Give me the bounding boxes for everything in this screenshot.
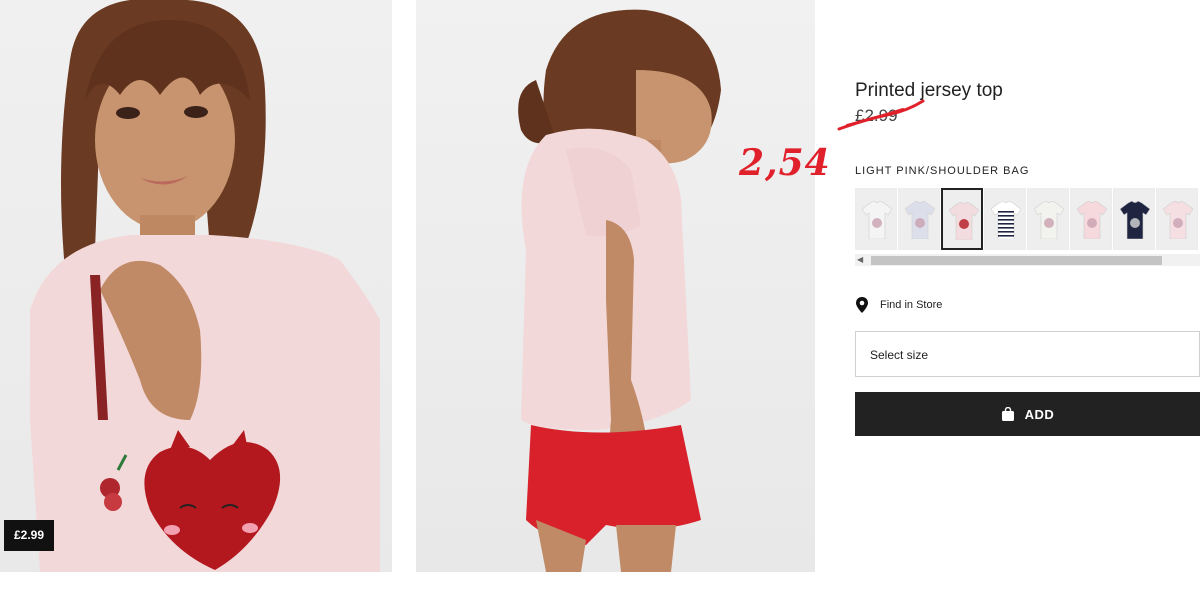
swatch-shirt-icon (1163, 201, 1193, 239)
photo-price-tag: £2.99 (4, 520, 55, 551)
swatch-shirt-icon (905, 201, 935, 239)
product-page: £2.99 Printed jersey top £2.99 2,54 LIGH… (0, 0, 1200, 589)
add-to-bag-button[interactable]: ADD (855, 392, 1200, 436)
swatch-shirt-icon (991, 201, 1021, 239)
color-swatch-dots[interactable] (1027, 188, 1069, 250)
product-info-panel: Printed jersey top £2.99 2,54 LIGHT PINK… (739, 0, 1200, 589)
color-swatch-stripes[interactable] (984, 188, 1026, 250)
selected-color-name: LIGHT PINK/SHOULDER BAG (855, 165, 1030, 177)
find-in-store-label: Find in Store (880, 299, 943, 311)
shopping-bag-icon (1001, 407, 1014, 421)
color-swatch-flowers[interactable] (1070, 188, 1112, 250)
product-photo-side[interactable] (416, 0, 815, 572)
product-photo-front[interactable]: £2.99 (0, 0, 392, 572)
swatch-shirt-icon (1120, 201, 1150, 239)
model-front-illustration (30, 0, 380, 572)
color-swatch-graphic[interactable] (1113, 188, 1155, 250)
size-select[interactable]: Select size (855, 331, 1200, 377)
color-swatch-list (855, 188, 1200, 254)
price-strike-annotation (837, 99, 925, 131)
swatch-shirt-icon (862, 201, 892, 239)
handwritten-price-annotation: 2,54 (739, 142, 831, 184)
color-swatch-unicorn[interactable] (855, 188, 897, 250)
find-in-store-link[interactable]: Find in Store (855, 297, 942, 313)
swatch-shirt-icon (1034, 201, 1064, 239)
color-swatch-cat[interactable] (898, 188, 940, 250)
swatch-shirt-icon (1077, 201, 1107, 239)
color-swatch-bunny[interactable] (1156, 188, 1198, 250)
size-select-label: Select size (870, 348, 929, 362)
color-swatch-shoulder-bag[interactable] (941, 188, 983, 250)
scrollbar-thumb[interactable] (871, 256, 1162, 265)
model-side-illustration (518, 9, 721, 572)
swatch-scrollbar[interactable]: ◀ (855, 254, 1200, 266)
add-button-label: ADD (1024, 406, 1055, 422)
scroll-left-icon[interactable]: ◀ (857, 256, 863, 264)
swatch-shirt-icon (949, 202, 979, 240)
location-pin-icon (856, 297, 868, 313)
